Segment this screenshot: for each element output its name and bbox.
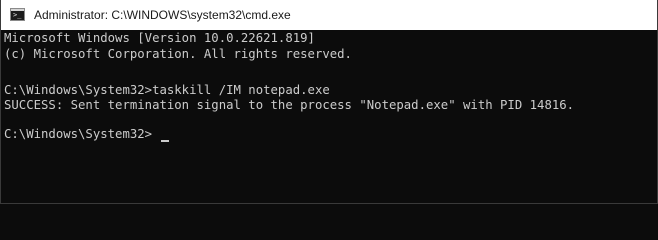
text-cursor [161,140,169,142]
console-line: (c) Microsoft Corporation. All rights re… [4,47,352,61]
cmd-icon-glyph: >_ [13,11,22,19]
window-title: Administrator: C:\WINDOWS\system32\cmd.e… [34,8,291,22]
cmd-window: >_ Administrator: C:\WINDOWS\system32\cm… [0,0,658,204]
title-bar[interactable]: >_ Administrator: C:\WINDOWS\system32\cm… [1,0,657,30]
console-output[interactable]: Microsoft Windows [Version 10.0.22621.81… [1,30,657,203]
console-line: SUCCESS: Sent termination signal to the … [4,98,575,112]
console-line: C:\Windows\System32>taskkill /IM notepad… [4,83,330,97]
cmd-icon: >_ [10,8,25,21]
console-prompt: C:\Windows\System32> [4,127,153,141]
console-line: Microsoft Windows [Version 10.0.22621.81… [4,31,315,45]
